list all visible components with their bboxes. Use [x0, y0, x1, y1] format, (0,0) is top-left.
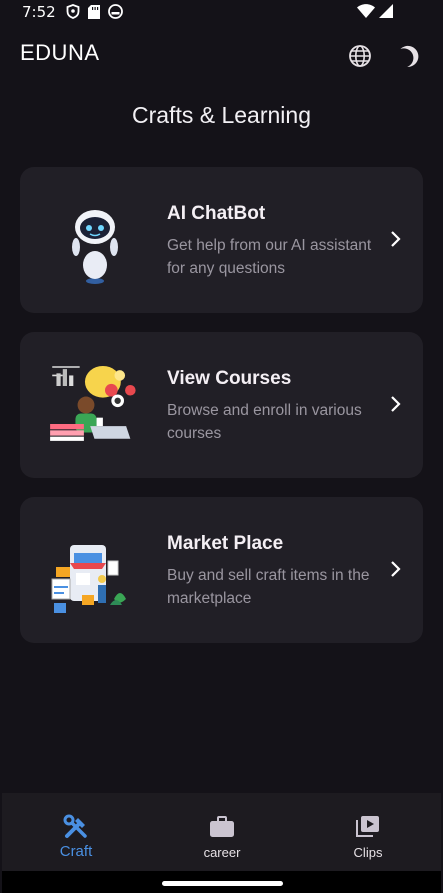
card-title: View Courses [167, 368, 292, 389]
chevron-right-icon [391, 396, 401, 412]
chevron-right-icon [391, 231, 401, 247]
tools-icon [63, 814, 87, 838]
status-bar: 7:52 [2, 0, 441, 26]
chevron-right-icon [391, 561, 401, 577]
page-title: Crafts & Learning [132, 102, 311, 128]
signal-icon [379, 4, 393, 18]
card-description: Browse and enroll in various courses [167, 402, 362, 442]
nav-item-career[interactable]: career [162, 793, 282, 860]
wifi-icon [357, 4, 375, 18]
briefcase-icon [210, 816, 234, 837]
card-description: Get help from our AI assistant for any q… [167, 237, 372, 277]
sd-card-icon [88, 4, 100, 19]
home-indicator[interactable] [162, 881, 283, 886]
nav-item-clips[interactable]: Clips [308, 793, 428, 860]
learning-illustration [50, 365, 136, 441]
status-time: 7:52 [22, 3, 56, 21]
marketplace-illustration [51, 545, 126, 613]
market-place-card[interactable]: Market Place Buy and sell craft items in… [20, 497, 423, 643]
robot-illustration [72, 210, 118, 284]
nav-label: Craft [59, 843, 93, 860]
video-library-icon [356, 816, 379, 837]
theme-toggle-button[interactable] [394, 42, 422, 70]
status-notification-icons [66, 4, 123, 19]
nav-label: career [203, 845, 241, 860]
status-system-icons [357, 4, 393, 18]
app-bar: EDUNA [2, 36, 441, 76]
ai-chatbot-card[interactable]: AI ChatBot Get help from our AI assistan… [20, 167, 423, 313]
app-screen: 7:52 EDUNA Crafts & Learning AI ChatBot … [2, 0, 441, 893]
card-title: Market Place [167, 533, 284, 554]
nav-item-craft[interactable]: Craft [16, 793, 136, 860]
shield-icon [66, 4, 80, 19]
card-title: AI ChatBot [167, 203, 266, 224]
nav-label: Clips [353, 845, 383, 860]
app-status-icon [108, 4, 123, 19]
view-courses-card[interactable]: View Courses Browse and enroll in variou… [20, 332, 423, 478]
globe-icon [349, 45, 371, 67]
card-description: Buy and sell craft items in the marketpl… [167, 567, 370, 607]
bottom-navigation: Craft career Clips [2, 793, 441, 871]
moon-icon [400, 45, 419, 67]
language-button[interactable] [346, 42, 374, 70]
app-title: EDUNA [20, 40, 100, 65]
